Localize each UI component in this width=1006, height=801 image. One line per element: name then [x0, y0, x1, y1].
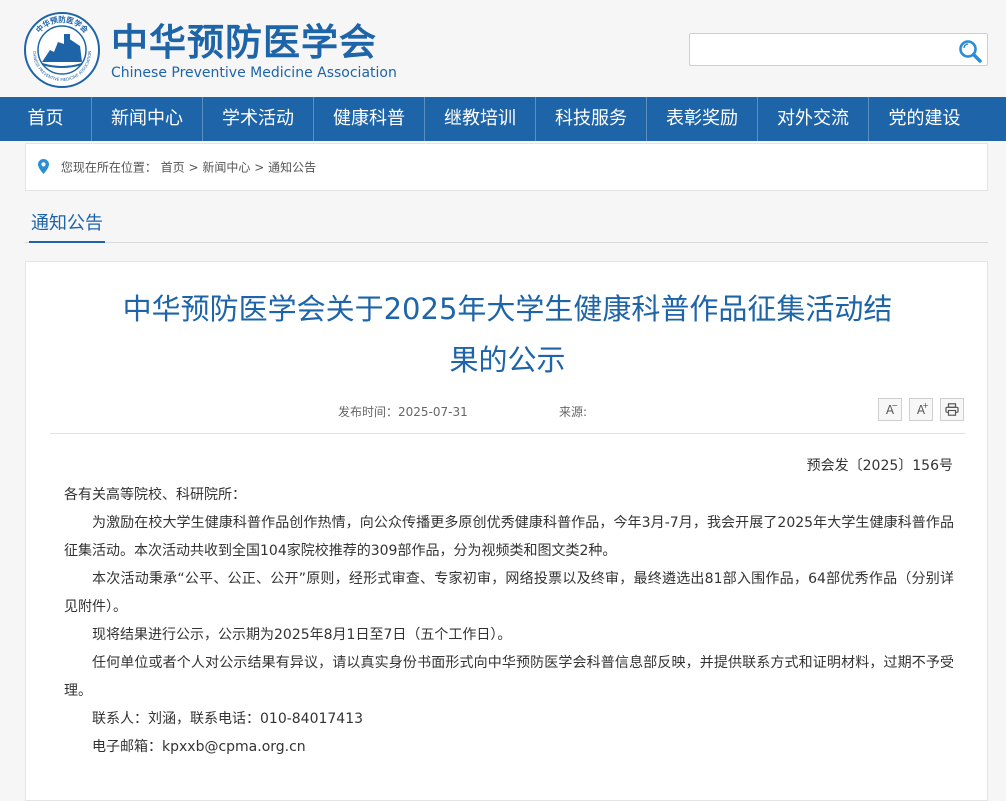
- breadcrumb: 您现在所在位置： 首页 > 新闻中心 > 通知公告: [25, 143, 988, 191]
- tab-notices[interactable]: 通知公告: [29, 209, 105, 243]
- breadcrumb-news[interactable]: 新闻中心: [202, 161, 250, 175]
- breadcrumb-separator: >: [254, 160, 265, 175]
- article-divider: [50, 433, 965, 434]
- site-header: 中华预防医学会 CHINESE PREVENTIVE MEDICINE ASSO…: [0, 0, 1006, 97]
- nav-item-academic[interactable]: 学术活动: [203, 97, 314, 141]
- article-body: 各有关高等院校、科研院所： 为激励在校大学生健康科普作品创作热情，向公众传播更多…: [64, 481, 954, 761]
- nav-item-news[interactable]: 新闻中心: [92, 97, 203, 141]
- publish-info: 发布时间：2025-07-31: [338, 403, 468, 420]
- salutation: 各有关高等院校、科研院所：: [64, 487, 246, 503]
- print-button[interactable]: [940, 398, 964, 421]
- publish-date: 2025-07-31: [398, 405, 468, 419]
- contact-email: 电子邮箱：kpxxb@cpma.org.cn: [92, 739, 306, 755]
- section-tab-bar: 通知公告: [25, 203, 988, 243]
- nav-item-awards[interactable]: 表彰奖励: [647, 97, 758, 141]
- nav-item-tech-service[interactable]: 科技服务: [536, 97, 647, 141]
- location-pin-icon: [38, 158, 49, 174]
- font-smaller-button[interactable]: A −: [878, 398, 902, 421]
- font-larger-button[interactable]: A +: [909, 398, 933, 421]
- breadcrumb-separator: >: [188, 160, 199, 175]
- paragraph: 现将结果进行公示，公示期为2025年8月1日至7日（五个工作日）。: [92, 627, 512, 643]
- printer-icon: [945, 403, 959, 416]
- site-logo-title[interactable]: 中华预防医学会: [111, 12, 377, 66]
- nav-item-education[interactable]: 继教培训: [425, 97, 536, 141]
- site-logo-subtitle[interactable]: Chinese Preventive Medicine Association: [111, 65, 397, 81]
- document-number: 预会发〔2025〕156号: [806, 458, 953, 474]
- breadcrumb-prefix: 您现在所在位置：: [60, 160, 157, 175]
- nav-item-party-building[interactable]: 党的建设: [869, 97, 980, 141]
- article-panel: 中华预防医学会关于2025年大学生健康科普作品征集活动结 果的公示 发布时间：2…: [25, 261, 988, 801]
- article-title-line2: 果的公示: [449, 343, 566, 377]
- nav-item-foreign-exchange[interactable]: 对外交流: [758, 97, 869, 141]
- paragraph: 为激励在校大学生健康科普作品创作热情，向公众传播更多原创优秀健康科普作品，今年3…: [64, 515, 954, 559]
- search-input[interactable]: [690, 34, 950, 65]
- main-nav: 首页 新闻中心 学术活动 健康科普 继教培训 科技服务 表彰奖励 对外交流 党的…: [0, 97, 1006, 141]
- paragraph: 任何单位或者个人对公示结果有异议，请以真实身份书面形式向中华预防医学会科普信息部…: [64, 655, 954, 699]
- search-icon[interactable]: [957, 38, 983, 64]
- association-emblem-icon[interactable]: 中华预防医学会 CHINESE PREVENTIVE MEDICINE ASSO…: [24, 12, 100, 88]
- article-title-line1: 中华预防医学会关于2025年大学生健康科普作品征集活动结: [122, 292, 893, 326]
- breadcrumb-home[interactable]: 首页: [161, 161, 185, 175]
- plus-icon: +: [922, 401, 929, 410]
- breadcrumb-notice[interactable]: 通知公告: [268, 161, 316, 175]
- paragraph: 本次活动秉承“公平、公正、公开”原则，经形式审查、专家初审，网络投票以及终审，最…: [64, 571, 954, 615]
- article-tools: A − A +: [878, 398, 964, 421]
- source-label: 来源:: [559, 405, 588, 419]
- minus-icon: −: [891, 401, 898, 410]
- publish-label: 发布时间：: [338, 405, 399, 419]
- search-box: [689, 33, 988, 66]
- nav-item-health-science[interactable]: 健康科普: [314, 97, 425, 141]
- article-title: 中华预防医学会关于2025年大学生健康科普作品征集活动结 果的公示: [106, 284, 909, 386]
- nav-item-home[interactable]: 首页: [0, 97, 92, 141]
- contact-person: 联系人：刘涵，联系电话：010-84017413: [92, 711, 364, 727]
